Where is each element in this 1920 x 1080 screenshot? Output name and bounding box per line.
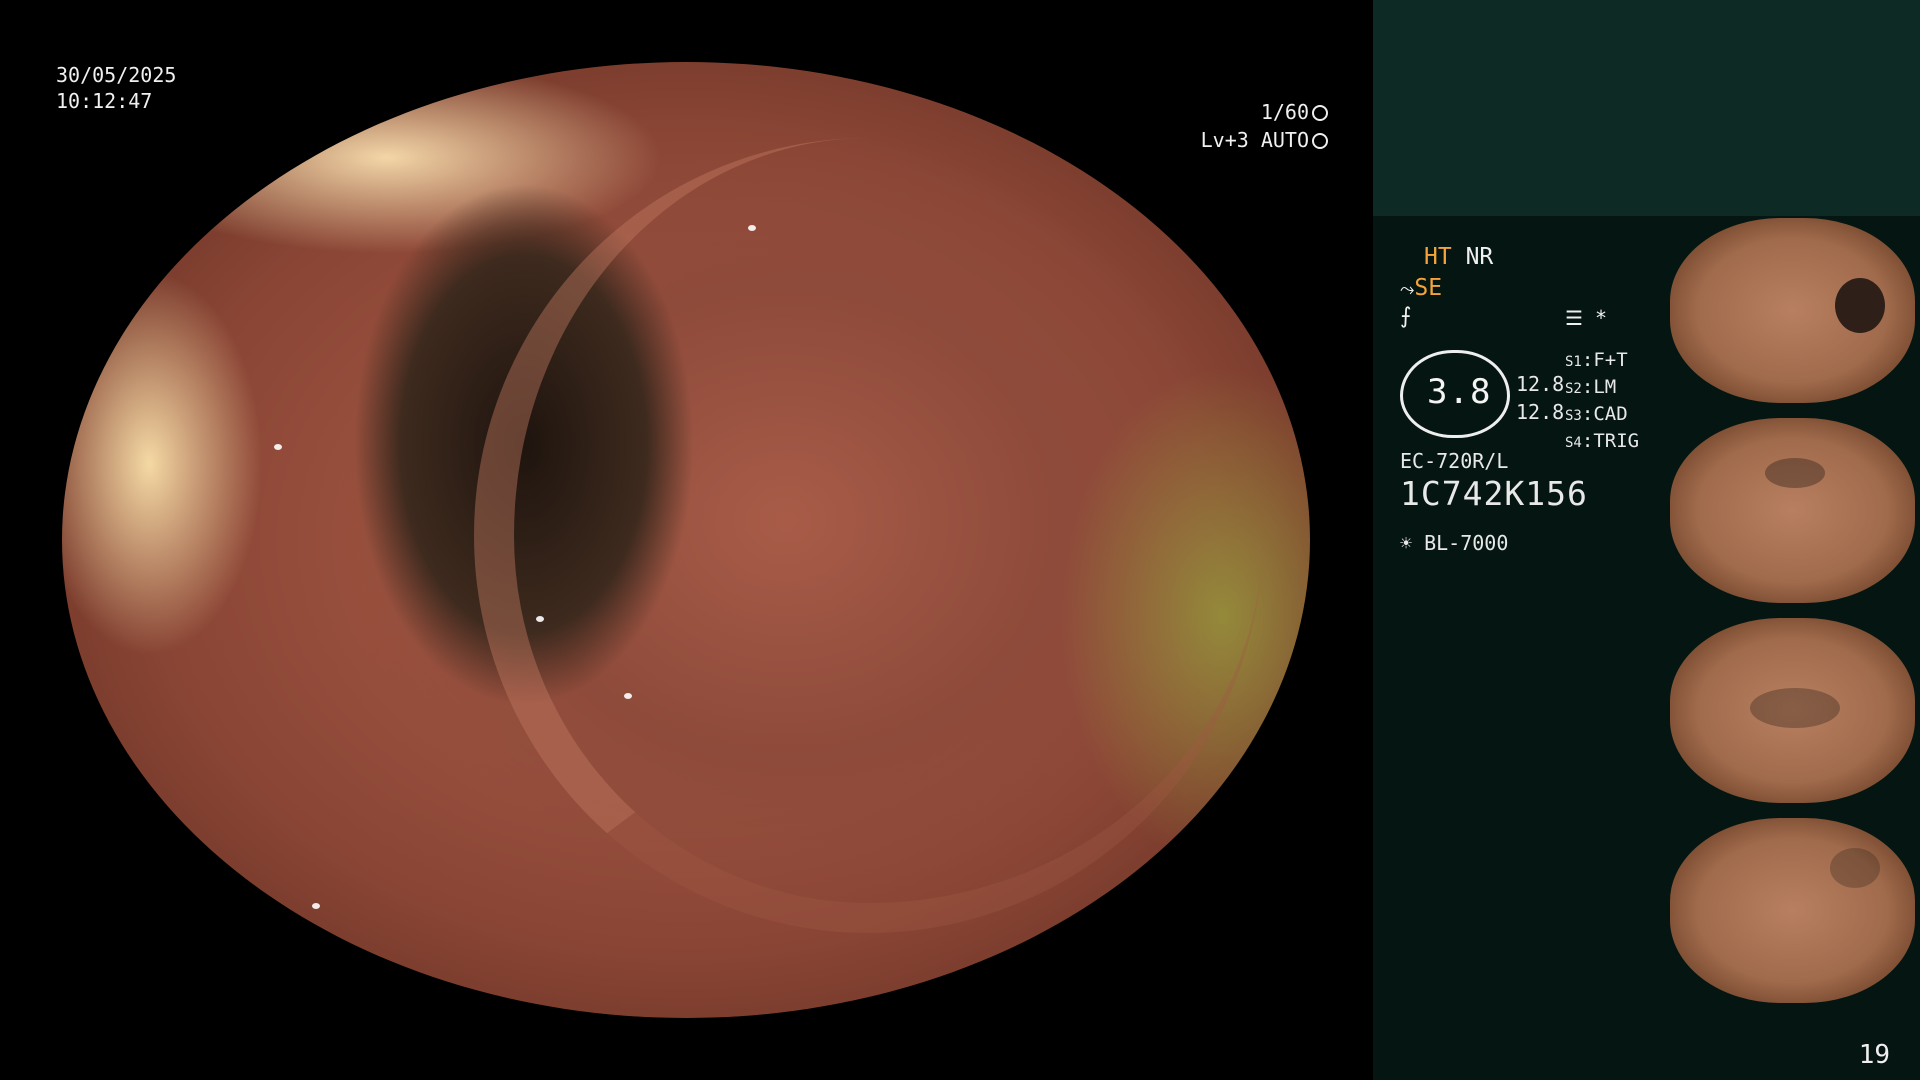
list-icon: ☰ [1565, 306, 1583, 330]
light-reflection [311, 903, 320, 910]
switch-settings: S1:F+T S2:LM S3:CAD S4:TRIG [1565, 348, 1639, 456]
light-reflection [274, 444, 283, 451]
page-number: 19 [1858, 1040, 1890, 1070]
mucosal-fold [473, 138, 1263, 934]
panel-header-band [1373, 0, 1920, 216]
shutter-icon [1312, 105, 1328, 121]
color-mode-icon: ⨍ [1400, 304, 1412, 329]
exposure-info: 1/60 Lv+3 AUTO [1201, 98, 1328, 154]
ht-label: HT [1424, 244, 1452, 270]
asterisk-mark: * [1594, 306, 1608, 330]
gauge-value: 3.8 [1427, 372, 1492, 412]
setting-s1: S1:F+T [1565, 349, 1628, 371]
light-source-icon: ☀ [1400, 531, 1413, 555]
enhancement-row: HT NR [1424, 244, 1493, 270]
endoscopic-image [62, 62, 1310, 1018]
auto-exposure-icon [1312, 133, 1328, 149]
endoscope-view: 30/05/2025 10:12:47 1/60 Lv+3 AUTO [0, 0, 1373, 1080]
light-source-label: BL-7000 [1424, 531, 1509, 555]
setting-s4: S4:TRIG [1565, 430, 1640, 452]
value-1: 12.8 [1516, 372, 1565, 396]
structure-enhance-icon: ⤳ [1400, 279, 1415, 300]
scope-model: EC-720R/L [1400, 449, 1509, 473]
time-text: 10:12:47 [56, 89, 153, 113]
captured-image-thumbnail[interactable] [1670, 818, 1915, 1003]
scope-serial: 1C742K156 [1400, 474, 1588, 513]
level-text: Lv+3 [1200, 128, 1249, 152]
se-label: SE [1414, 275, 1443, 301]
shutter-text: 1/60 [1260, 100, 1309, 124]
record-status: ☰ * [1565, 306, 1607, 330]
value-column: 12.8 12.8 [1516, 370, 1564, 426]
captured-image-thumbnail[interactable] [1670, 418, 1915, 603]
structure-row: ⤳SE [1400, 275, 1442, 301]
mode-text: AUTO [1260, 128, 1309, 152]
captured-image-thumbnail[interactable] [1670, 218, 1915, 403]
value-2: 12.8 [1516, 400, 1565, 424]
timestamp: 30/05/2025 10:12:47 [56, 62, 176, 114]
date-text: 30/05/2025 [56, 63, 177, 87]
nr-label: NR [1465, 244, 1494, 270]
light-reflection [748, 224, 757, 231]
setting-s2: S2:LM [1565, 376, 1617, 398]
setting-s3: S3:CAD [1565, 403, 1628, 425]
light-source: ☀ BL-7000 [1400, 531, 1508, 555]
light-reflection [623, 692, 632, 699]
captured-image-thumbnail[interactable] [1670, 618, 1915, 803]
